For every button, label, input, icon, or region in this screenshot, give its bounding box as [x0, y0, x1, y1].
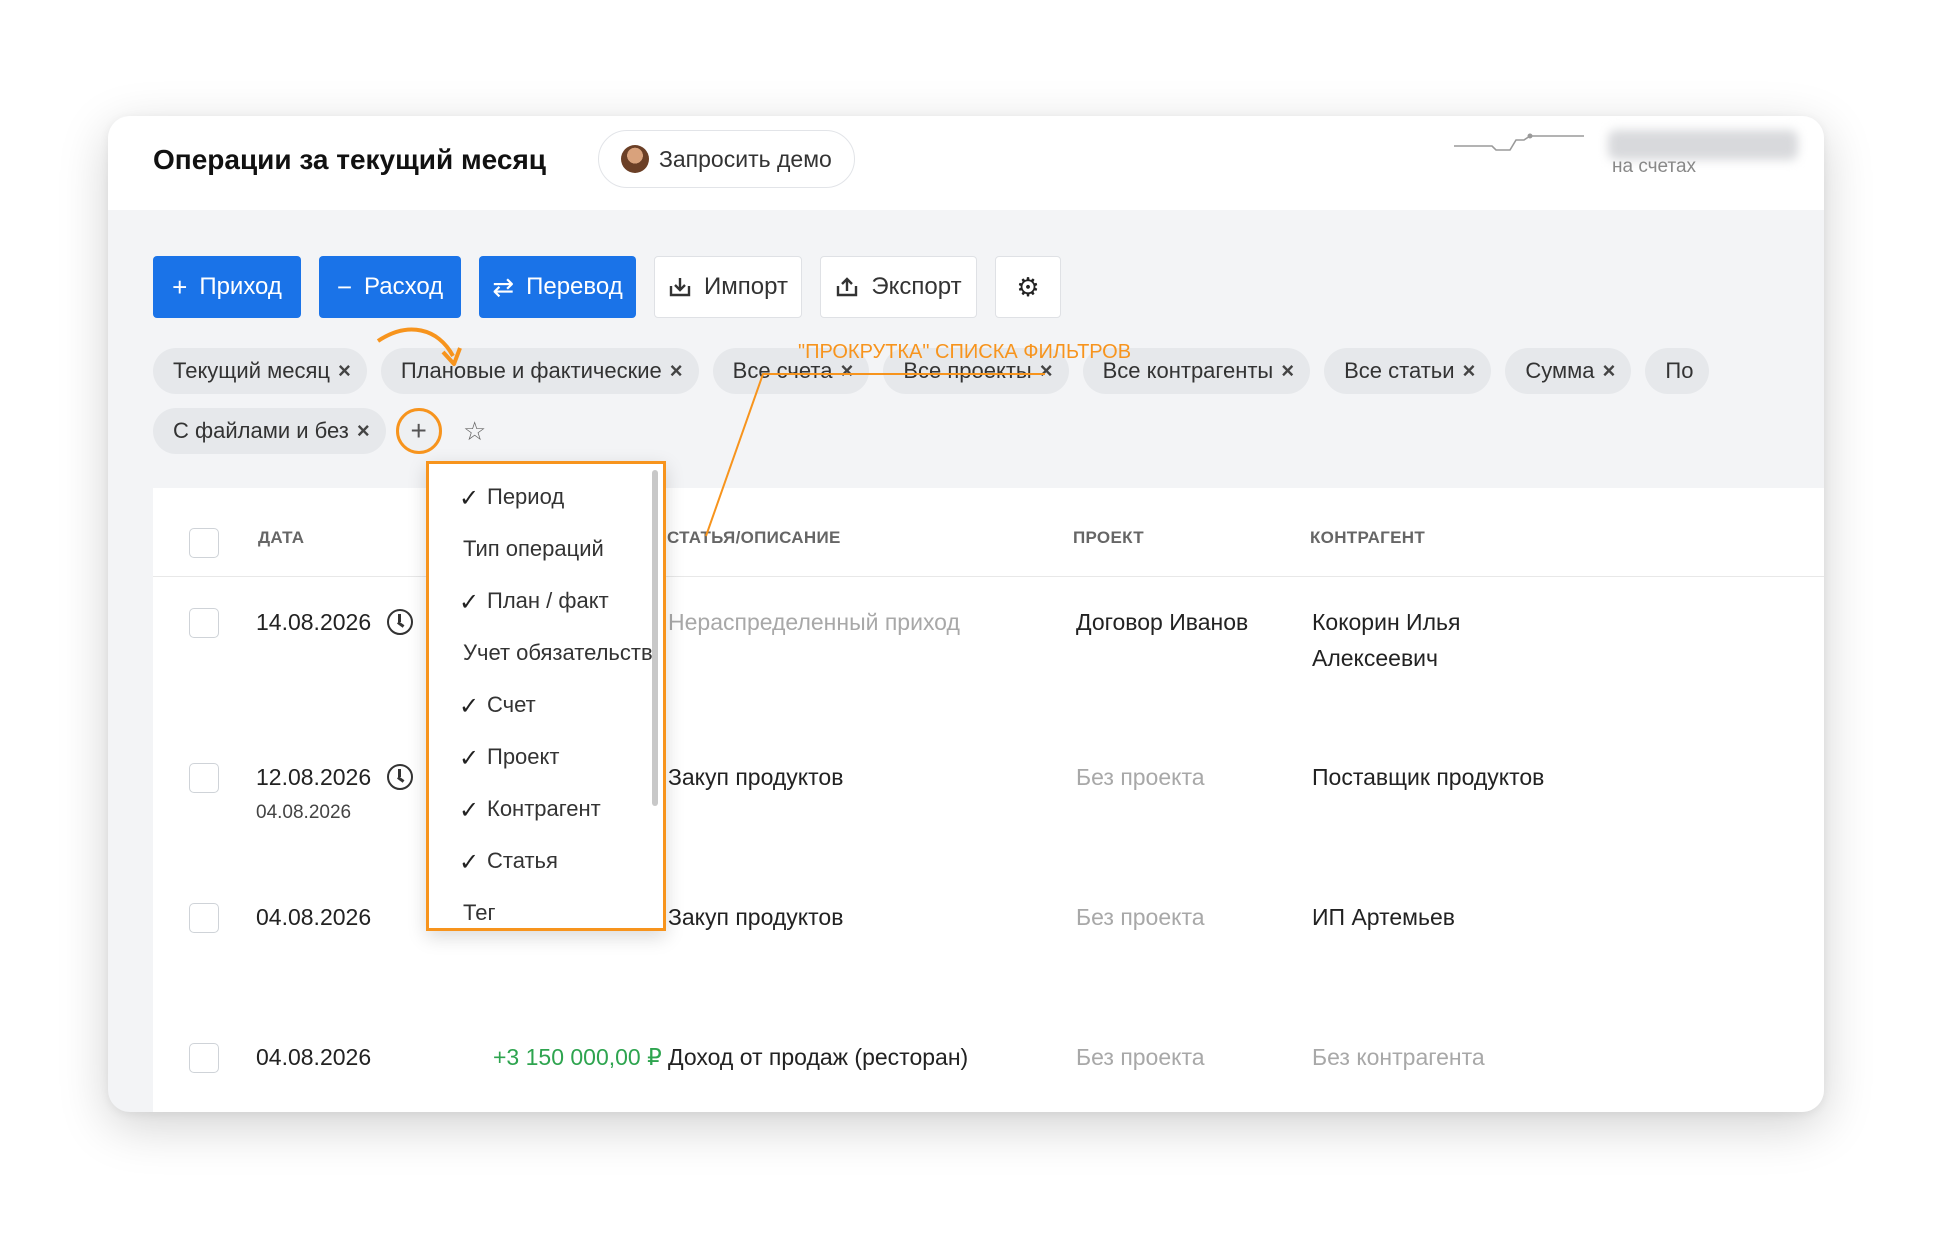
- page-title: Операции за текущий месяц: [153, 144, 546, 175]
- export-button[interactable]: Экспорт: [820, 256, 977, 318]
- filter-chip-amount[interactable]: Сумма ×: [1505, 348, 1632, 394]
- row-category: Закуп продуктов: [668, 904, 844, 930]
- row-category: Нераспределенный приход: [668, 609, 960, 635]
- toolbar: + Приход − Расход ⇄ Перевод Импорт Экспо…: [153, 256, 1061, 318]
- row-category: Доход от продаж (ресторан): [668, 1044, 969, 1070]
- row-amount: +3 150 000,00 ₽: [493, 1044, 662, 1070]
- row-counterparty: Кокорин Илья: [1312, 609, 1461, 635]
- check-icon: ✓: [459, 849, 480, 876]
- check-icon: ✓: [459, 745, 480, 772]
- close-icon[interactable]: ×: [357, 418, 370, 444]
- filter-chip-plan-fact[interactable]: Плановые и фактические ×: [380, 348, 699, 394]
- header-divider: [153, 576, 1824, 577]
- import-label: Импорт: [704, 273, 788, 300]
- request-demo-label: Запросить демо: [659, 145, 832, 172]
- balance-sparkline: [1454, 133, 1584, 151]
- dropdown-item-label: Учет обязательств: [463, 640, 653, 665]
- filter-chip-partial[interactable]: По: [1645, 348, 1710, 394]
- filter-chips-row-2: С файлами и без × + ☆: [153, 408, 1824, 454]
- add-expense-button[interactable]: − Расход: [319, 256, 461, 318]
- request-demo-button[interactable]: Запросить демо: [598, 130, 855, 188]
- filter-chip-categories[interactable]: Все статьи ×: [1324, 348, 1492, 394]
- filter-chip-files[interactable]: С файлами и без ×: [153, 408, 386, 454]
- row-project: Без проекта: [1076, 764, 1205, 790]
- balance-label: на счетах: [1612, 156, 1697, 177]
- swap-arrows-icon: ⇄: [492, 272, 515, 302]
- dropdown-item-label: Контрагент: [487, 796, 601, 821]
- row-date: 04.08.2026: [256, 1044, 372, 1070]
- gear-icon: ⚙: [1016, 271, 1040, 302]
- row-category: Закуп продуктов: [668, 764, 844, 790]
- clock-icon: [387, 609, 413, 635]
- close-icon[interactable]: ×: [670, 358, 683, 384]
- row-project: Договор Иванов: [1076, 609, 1249, 635]
- filter-chips: Текущий месяц × Плановые и фактические × В…: [153, 348, 1824, 468]
- row-counterparty: Без контрагента: [1312, 1044, 1485, 1070]
- close-icon[interactable]: ×: [1463, 358, 1476, 384]
- minus-icon: −: [336, 272, 353, 302]
- chip-label: С файлами и без: [173, 418, 349, 443]
- import-icon: [669, 278, 691, 297]
- row-counterparty: Поставщик продуктов: [1312, 764, 1545, 790]
- row-project: Без проекта: [1076, 1044, 1205, 1070]
- column-header-category[interactable]: СТАТЬЯ/ОПИСАНИЕ: [667, 528, 841, 548]
- filter-options-dropdown: ✓ Период Тип операций ✓ План / факт Учет…: [426, 461, 666, 931]
- add-income-label: Приход: [199, 273, 282, 300]
- dropdown-item-label: Период: [487, 484, 565, 509]
- dropdown-scrollbar[interactable]: [652, 470, 658, 806]
- close-icon[interactable]: ×: [1603, 358, 1616, 384]
- filter-chip-period[interactable]: Текущий месяц ×: [153, 348, 367, 394]
- row-project: Без проекта: [1076, 904, 1205, 930]
- row-date: 12.08.2026: [256, 764, 372, 790]
- dropdown-item-label: Тип операций: [463, 536, 604, 561]
- add-filter-button[interactable]: +: [395, 408, 442, 454]
- chip-label: Все статьи: [1344, 358, 1455, 383]
- row-counterparty: ИП Артемьев: [1312, 904, 1455, 930]
- add-expense-label: Расход: [364, 273, 444, 300]
- dropdown-item-label: Проект: [487, 744, 560, 769]
- row-counterparty-line2: Алексеевич: [1312, 645, 1439, 671]
- export-icon: [837, 277, 858, 297]
- plus-icon: +: [172, 272, 188, 302]
- row-checkbox[interactable]: [189, 608, 219, 638]
- clock-icon: [387, 764, 413, 790]
- row-checkbox[interactable]: [189, 1043, 219, 1073]
- add-income-button[interactable]: + Приход: [153, 256, 301, 318]
- row-date: 04.08.2026: [256, 904, 372, 930]
- check-icon: ✓: [459, 485, 480, 512]
- annotation-label: "ПРОКРУТКА" СПИСКА ФИЛЬТРОВ: [798, 341, 1132, 363]
- chip-label: Текущий месяц: [173, 358, 330, 383]
- dropdown-item-label: Статья: [487, 848, 558, 873]
- add-transfer-button[interactable]: ⇄ Перевод: [479, 256, 636, 318]
- page-header: Операции за текущий месяц Запросить демо…: [108, 116, 1824, 210]
- export-label: Экспорт: [871, 273, 962, 300]
- close-icon[interactable]: ×: [1281, 358, 1294, 384]
- dropdown-item-label: План / факт: [487, 588, 609, 613]
- operations-card: Операции за текущий месяц Запросить демо…: [108, 116, 1824, 1112]
- operations-table: ДАТА Я СТАТЬЯ/ОПИСАНИЕ ПРОЕКТ КОНТРАГЕНТ…: [153, 488, 1824, 1112]
- row-subdate: 04.08.2026: [256, 802, 352, 823]
- row-checkbox[interactable]: [189, 903, 219, 933]
- add-transfer-label: Перевод: [526, 273, 623, 300]
- check-icon: ✓: [459, 589, 480, 616]
- chip-label: Плановые и фактические: [400, 358, 662, 383]
- star-icon[interactable]: ☆: [452, 408, 498, 454]
- close-icon[interactable]: ×: [338, 358, 351, 384]
- check-icon: ✓: [459, 693, 480, 720]
- select-all-checkbox[interactable]: [189, 528, 219, 558]
- chip-label: По: [1665, 358, 1694, 383]
- dropdown-item-label: Тег: [463, 900, 496, 925]
- plus-icon: +: [410, 415, 427, 446]
- chip-label: Сумма: [1525, 358, 1595, 383]
- dropdown-item-label: Счет: [487, 692, 536, 717]
- column-header-project[interactable]: ПРОЕКТ: [1073, 528, 1144, 548]
- avatar: [621, 145, 649, 173]
- column-header-counterparty[interactable]: КОНТРАГЕНТ: [1310, 528, 1425, 548]
- row-checkbox[interactable]: [189, 763, 219, 793]
- import-button[interactable]: Импорт: [654, 256, 802, 318]
- row-date: 14.08.2026: [256, 609, 372, 635]
- check-icon: ✓: [459, 797, 480, 824]
- settings-button[interactable]: ⚙: [995, 256, 1061, 318]
- column-header-date[interactable]: ДАТА: [258, 528, 304, 548]
